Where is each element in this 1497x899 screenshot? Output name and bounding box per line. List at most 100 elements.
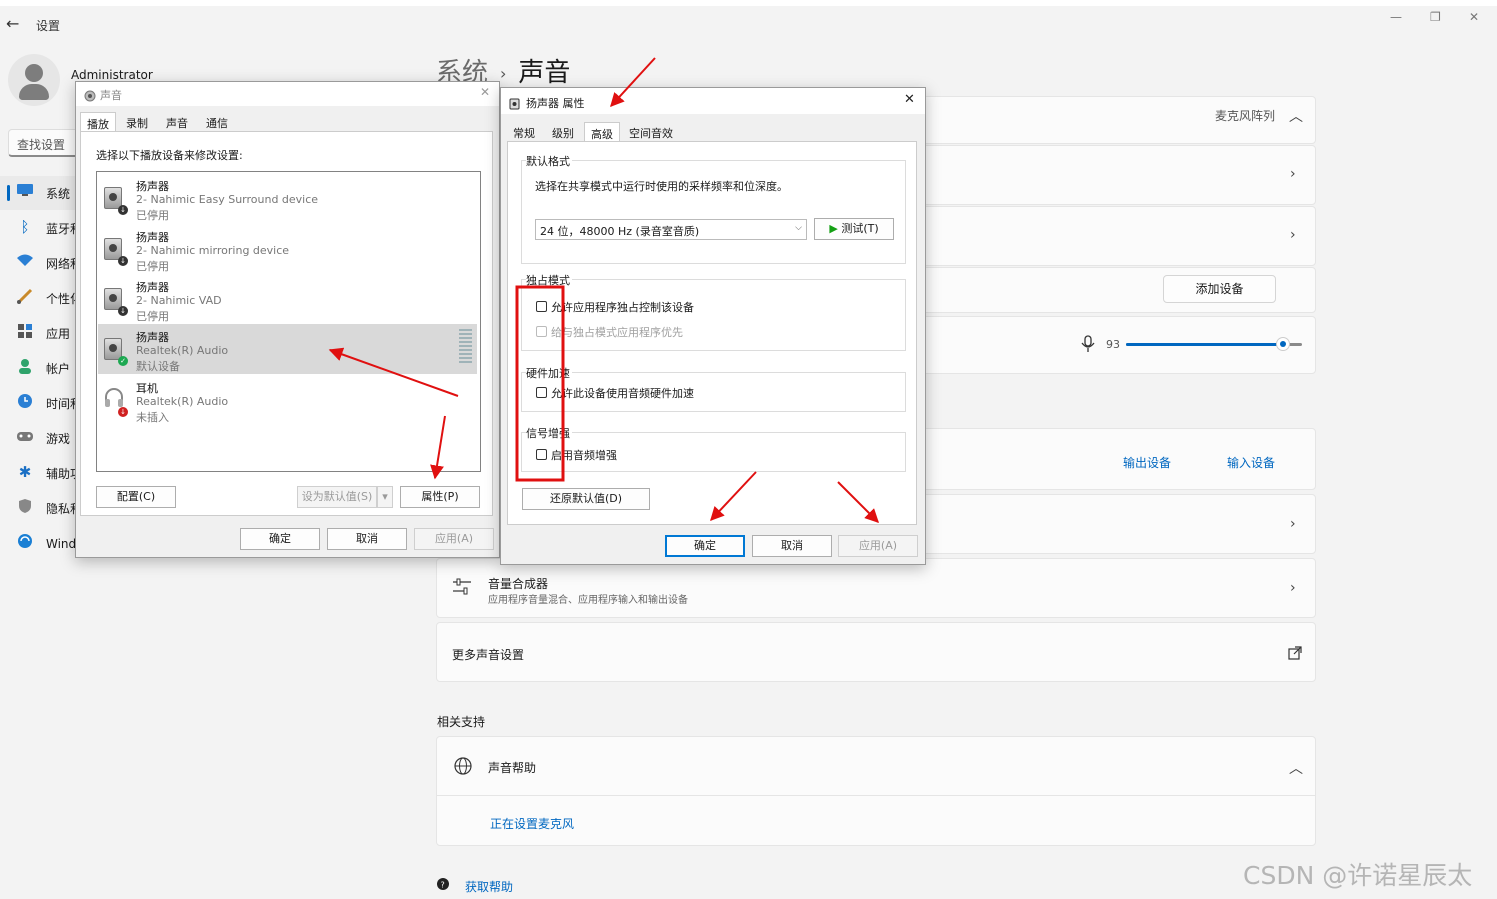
properties-button[interactable]: 属性(P) (400, 486, 480, 508)
device-name: 耳机 (136, 382, 158, 395)
minimize-icon[interactable]: — (1390, 10, 1402, 24)
close-icon[interactable]: ✕ (480, 85, 490, 99)
configure-button[interactable]: 配置(C) (96, 486, 176, 508)
close-icon[interactable]: ✕ (904, 92, 915, 107)
more-sound-settings: 更多声音设置 (452, 648, 525, 662)
cancel-button[interactable]: 取消 (752, 535, 832, 557)
volume-slider-thumb[interactable] (1276, 337, 1290, 351)
avatar (8, 54, 60, 106)
list-item-selected[interactable]: ✓ 扬声器 Realtek(R) Audio 默认设备 (98, 324, 477, 374)
tab-levels[interactable]: 级别 (546, 122, 580, 142)
nav-label: Windows 更新 (46, 537, 76, 551)
back-arrow-icon[interactable]: ← (6, 14, 19, 33)
watermark: CSDN @许诺星辰太 (1243, 861, 1473, 890)
hw-accel-option-label[interactable]: 允许此设备使用音频硬件加速 (551, 385, 694, 401)
enable-enhancement-checkbox[interactable] (536, 449, 547, 460)
card-more-sound-settings[interactable] (436, 622, 1316, 682)
exclusive-priority-checkbox[interactable] (536, 326, 547, 337)
nav-item-windows-update[interactable]: Windows 更新 (0, 526, 76, 560)
device-status: 已停用 (136, 310, 169, 323)
chevron-right-icon[interactable]: › (1290, 227, 1296, 243)
tab-playback[interactable]: 播放 (80, 112, 116, 132)
default-format-group (521, 160, 906, 264)
default-format-desc: 选择在共享模式中运行时使用的采样频率和位深度。 (535, 180, 788, 193)
nav-label: 应用 (46, 327, 71, 341)
exclusive-mode-group (521, 279, 906, 351)
list-item[interactable]: ↓ 扬声器 2- Nahimic VAD 已停用 (98, 274, 477, 324)
nav-item-system[interactable]: 系统 (0, 176, 75, 210)
list-item[interactable]: ↓ 扬声器 2- Nahimic mirroring device 已停用 (98, 224, 477, 274)
chevron-up-icon[interactable]: ︿ (1289, 758, 1303, 778)
list-item[interactable]: ↓ 耳机 Realtek(R) Audio 未插入 (98, 375, 477, 425)
nav-item-accessibility[interactable]: ✱ 辅助功能 (0, 456, 76, 490)
nav-item-apps[interactable]: 应用 (0, 316, 75, 350)
chevron-right-icon[interactable]: › (1290, 516, 1296, 532)
microphone-icon[interactable] (1081, 335, 1095, 357)
card-volume-mixer[interactable] (436, 558, 1316, 618)
tab-spatial-sound[interactable]: 空间音效 (623, 122, 679, 142)
tab-general[interactable]: 常规 (507, 122, 541, 142)
user-name: Administrator (71, 68, 153, 82)
unplugged-badge-icon: ↓ (118, 407, 128, 417)
allow-exclusive-label[interactable]: 允许应用程序独占控制该设备 (551, 299, 694, 315)
related-support-heading: 相关支持 (437, 715, 486, 729)
nav-item-network[interactable]: 网络和 Internet (0, 246, 76, 280)
set-default-button[interactable]: 设为默认值(S) (297, 486, 377, 508)
search-input[interactable]: 查找设置 (8, 129, 80, 157)
get-help-link[interactable]: 获取帮助 (465, 878, 513, 895)
tab-sounds[interactable]: 声音 (160, 112, 194, 132)
set-default-dropdown-icon[interactable]: ▾ (377, 486, 393, 508)
allow-exclusive-checkbox[interactable] (536, 301, 547, 312)
list-item[interactable]: ↓ 扬声器 2- Nahimic Easy Surround device 已停… (98, 173, 477, 223)
device-desc: Realtek(R) Audio (136, 395, 229, 408)
format-select[interactable]: 24 位，48000 Hz (录音室音质) ⌵ (535, 219, 807, 240)
nav-item-bluetooth[interactable]: ᛒ 蓝牙和其他设备 (0, 211, 76, 245)
tab-communications[interactable]: 通信 (200, 112, 234, 132)
device-name: 扬声器 (136, 281, 169, 294)
device-status: 已停用 (136, 260, 169, 273)
cancel-button[interactable]: 取消 (327, 528, 407, 550)
nav-item-gaming[interactable]: 游戏 (0, 421, 75, 455)
chevron-up-icon[interactable]: ︿ (1289, 106, 1303, 126)
chevron-right-icon[interactable]: › (1290, 580, 1296, 596)
exclusive-mode-label: 独占模式 (526, 272, 572, 288)
enhancement-label: 信号增强 (526, 425, 572, 441)
card-device-row-1[interactable] (870, 145, 1316, 205)
close-window-icon[interactable]: ✕ (1469, 10, 1479, 24)
svg-text:?: ? (441, 881, 445, 890)
volume-slider-fill (1126, 343, 1283, 346)
chevron-right-icon[interactable]: › (1290, 166, 1296, 182)
hw-accel-label: 硬件加速 (526, 365, 572, 381)
nav-label: 帐户 (46, 362, 71, 376)
add-device-button[interactable]: 添加设备 (1163, 275, 1276, 303)
mic-setup-link[interactable]: 正在设置麦克风 (490, 815, 574, 832)
nav-item-privacy[interactable]: 隐私和安全性 (0, 491, 76, 525)
restore-defaults-button[interactable]: 还原默认值(D) (522, 488, 650, 510)
tab-recording[interactable]: 录制 (120, 112, 154, 132)
ok-button[interactable]: 确定 (665, 535, 745, 557)
output-devices-link[interactable]: 输出设备 (1123, 454, 1171, 471)
tab-advanced[interactable]: 高级 (584, 122, 620, 142)
test-button[interactable]: ▶ 测试(T) (814, 218, 894, 240)
input-devices-link[interactable]: 输入设备 (1227, 454, 1275, 471)
enable-enhancement-label[interactable]: 启用音频增强 (551, 447, 617, 463)
ok-button[interactable]: 确定 (240, 528, 320, 550)
breadcrumb-separator: › (500, 64, 507, 83)
apps-icon (15, 323, 35, 343)
sound-dialog: 声音 ✕ 播放 录制 声音 通信 选择以下播放设备来修改设置: ↓ 扬声器 2-… (75, 81, 500, 558)
default-check-icon: ✓ (118, 356, 128, 366)
external-link-icon[interactable] (1288, 645, 1302, 664)
clock-globe-icon (15, 393, 35, 413)
device-status: 已停用 (136, 209, 169, 222)
volume-value: 93 (1106, 338, 1120, 351)
help-icon: ? (436, 877, 452, 897)
nav-item-accounts[interactable]: 帐户 (0, 351, 75, 385)
hw-accel-checkbox[interactable] (536, 387, 547, 398)
apply-button[interactable]: 应用(A) (414, 528, 494, 550)
nav-item-time-language[interactable]: 时间和语言 (0, 386, 76, 420)
apply-button[interactable]: 应用(A) (838, 535, 918, 557)
nav-item-personalization[interactable]: 个性化 (0, 281, 76, 315)
chevron-down-icon: ⌵ (795, 223, 802, 233)
restore-icon[interactable]: ❐ (1430, 10, 1441, 24)
card-device-row-2[interactable] (870, 206, 1316, 266)
